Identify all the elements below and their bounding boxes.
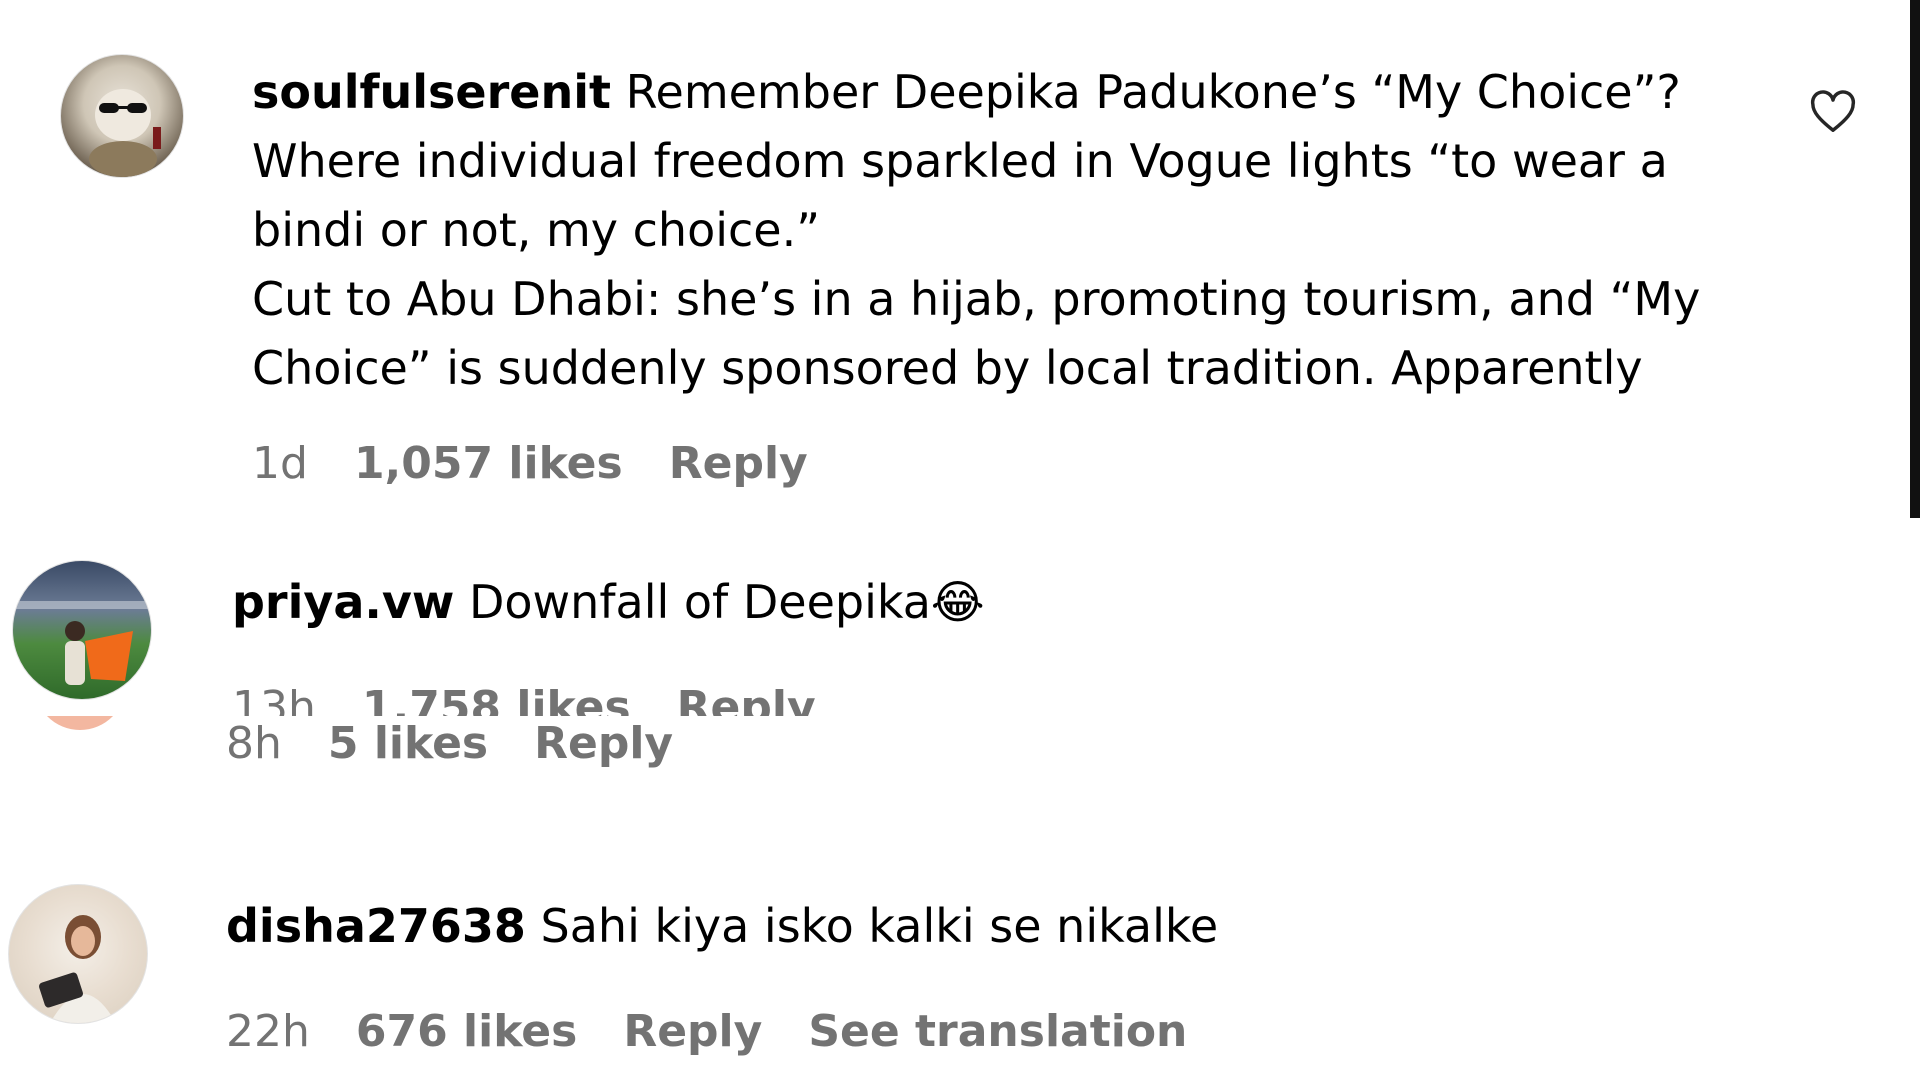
comment-text: priya.vw Downfall of Deepika😂 bbox=[232, 568, 1732, 637]
comment-time: 13h bbox=[232, 686, 316, 716]
avatar[interactable] bbox=[60, 54, 184, 178]
comment-text: disha27638 Sahi kiya isko kalki se nikal… bbox=[226, 892, 1726, 961]
clipped-region: 13h 1,758 likes Reply bbox=[0, 686, 1920, 716]
likes-count[interactable]: 1,758 likes bbox=[362, 686, 631, 716]
comment-username[interactable]: soulfulserenit bbox=[252, 65, 611, 119]
comment-body: Downfall of Deepika bbox=[454, 575, 931, 629]
likes-count[interactable]: 5 likes bbox=[328, 718, 488, 769]
comment-meta: 1d 1,057 likes Reply bbox=[252, 438, 854, 489]
comment-time: 22h bbox=[226, 1006, 310, 1057]
reply-button[interactable]: Reply bbox=[669, 438, 808, 489]
see-translation-button[interactable]: See translation bbox=[808, 1006, 1187, 1057]
comment-body: Sahi kiya isko kalki se nikalke bbox=[525, 899, 1219, 953]
avatar-stadium-image bbox=[13, 601, 151, 685]
reply-button[interactable]: Reply bbox=[677, 686, 816, 716]
likes-count[interactable]: 676 likes bbox=[356, 1006, 577, 1057]
comment-meta: 8h 5 likes Reply bbox=[226, 718, 719, 769]
heart-icon[interactable] bbox=[1810, 90, 1856, 138]
reply-button[interactable]: Reply bbox=[534, 718, 673, 769]
avatar bbox=[34, 716, 126, 730]
comment-time: 1d bbox=[252, 438, 308, 489]
comment-meta: 22h 676 likes Reply See translation bbox=[226, 1006, 1233, 1057]
scrollbar-edge[interactable] bbox=[1910, 0, 1920, 518]
avatar-person-image bbox=[39, 915, 116, 1023]
comment-username[interactable]: disha27638 bbox=[226, 899, 526, 953]
avatar-cat-image bbox=[89, 89, 161, 177]
avatar[interactable] bbox=[12, 560, 152, 700]
likes-count[interactable]: 1,057 likes bbox=[354, 438, 623, 489]
comment-meta: 13h 1,758 likes Reply bbox=[232, 686, 862, 716]
comment-username[interactable]: priya.vw bbox=[232, 575, 454, 629]
reply-button[interactable]: Reply bbox=[623, 1006, 762, 1057]
avatar[interactable] bbox=[8, 884, 148, 1024]
comment-text: soulfulserenit Remember Deepika Padukone… bbox=[252, 58, 1782, 403]
comment-time: 8h bbox=[226, 718, 282, 769]
laughing-emoji-icon: 😂 bbox=[930, 575, 985, 629]
